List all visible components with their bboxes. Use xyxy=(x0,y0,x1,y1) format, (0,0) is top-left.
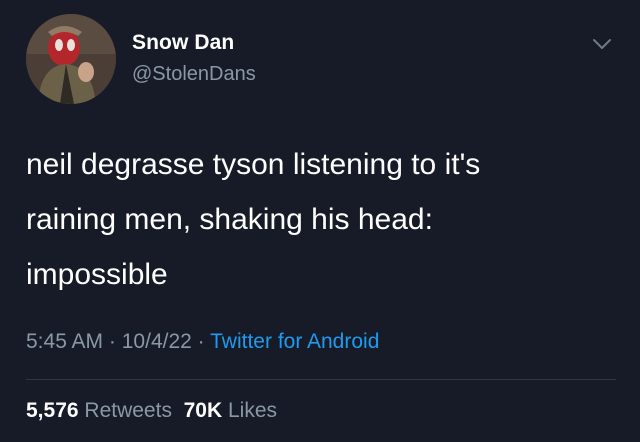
avatar[interactable] xyxy=(26,14,116,104)
meta-separator: · xyxy=(108,330,116,353)
retweets-label: Retweets xyxy=(84,399,172,422)
tweet-date[interactable]: 10/4/22 xyxy=(122,330,192,353)
tweet-card: Snow Dan @StolenDans neil degrasse tyson… xyxy=(0,0,640,442)
tweet-source-link[interactable]: Twitter for Android xyxy=(210,330,379,353)
meta-separator: · xyxy=(197,330,205,353)
avatar-image xyxy=(26,14,116,104)
author-handle[interactable]: @StolenDans xyxy=(132,63,256,86)
retweets-stat[interactable]: 5,576 Retweets xyxy=(26,399,172,422)
divider xyxy=(26,379,616,380)
likes-stat[interactable]: 70K Likes xyxy=(184,399,277,422)
likes-label: Likes xyxy=(228,399,278,422)
tweet-stats: 5,576 Retweets 70K Likes xyxy=(26,399,277,423)
retweets-count: 5,576 xyxy=(26,399,79,422)
tweet-text: neil degrasse tyson listening to it's ra… xyxy=(26,148,481,291)
tweet-time[interactable]: 5:45 AM xyxy=(26,330,103,353)
author-display-name[interactable]: Snow Dan xyxy=(132,31,234,55)
tweet-metadata: 5:45 AM · 10/4/22 · Twitter for Android xyxy=(26,330,379,354)
chevron-down-icon[interactable] xyxy=(591,33,613,55)
likes-count: 70K xyxy=(183,399,223,422)
